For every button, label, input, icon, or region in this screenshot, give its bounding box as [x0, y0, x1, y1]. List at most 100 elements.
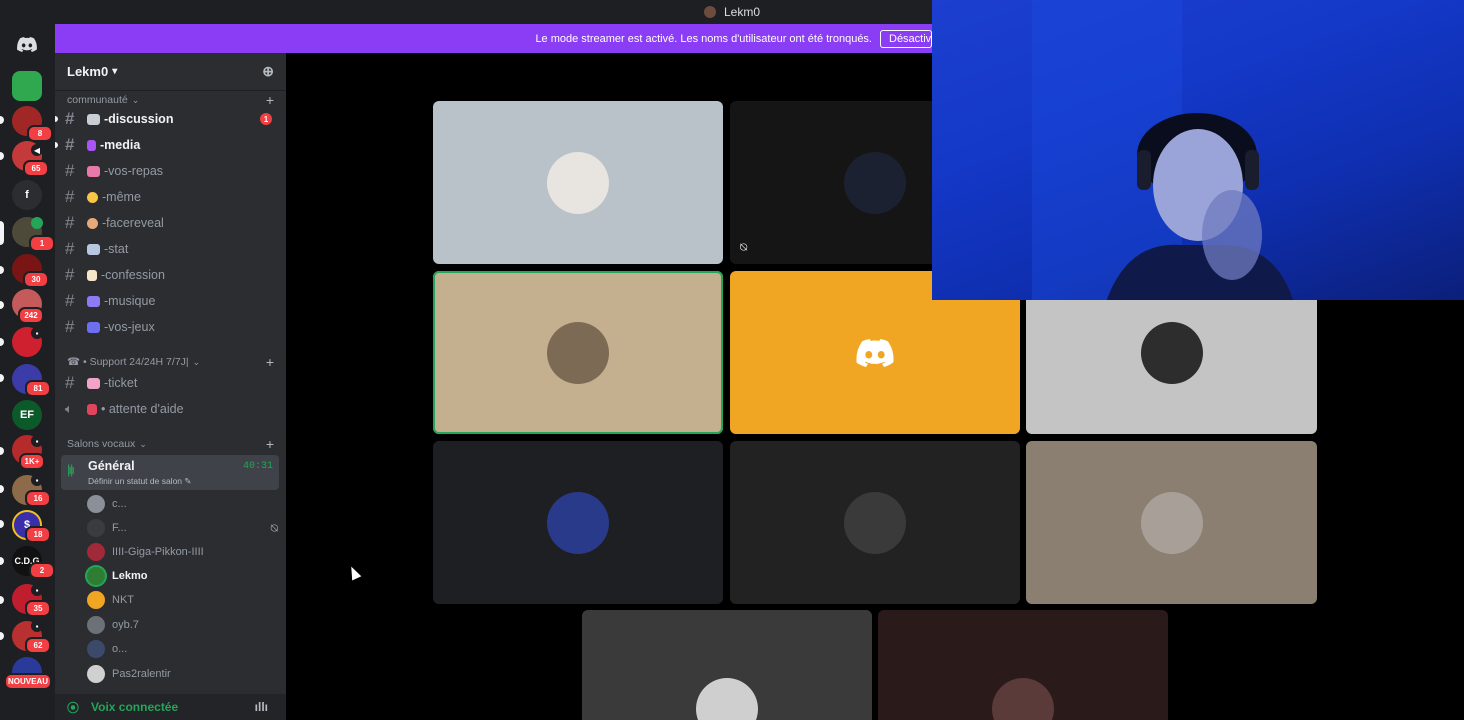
- voice-user-name: Lekmo: [112, 570, 148, 582]
- channel-label: -stat: [104, 242, 129, 256]
- mention-badge: 242: [18, 307, 44, 324]
- avatar: [87, 616, 105, 634]
- voice-connection-panel: ⦿ Voix connectée ıllı: [55, 694, 286, 720]
- add-channel-icon[interactable]: +: [266, 436, 274, 452]
- participant-tile[interactable]: [1026, 441, 1317, 604]
- participant-tile[interactable]: [582, 610, 872, 720]
- channel-confession[interactable]: # -confession: [63, 264, 278, 286]
- streamer-mode-banner: Le mode streamer est activé. Les noms d'…: [55, 24, 932, 53]
- participant-tile[interactable]: [878, 610, 1168, 720]
- voice-user[interactable]: NKT: [87, 588, 278, 612]
- channel-musique[interactable]: # -musique: [63, 290, 278, 312]
- signal-icon: ⦿: [67, 700, 80, 715]
- server-rail: 8 ◀ 65 f 1 30 242 ▪ 81 EF ▪ 1K+ ▪ 16 $ 1…: [0, 24, 55, 720]
- mention-badge: 16: [25, 490, 51, 507]
- unread-indicator: [0, 447, 4, 455]
- chat-icon: ▪: [31, 620, 43, 632]
- channel-ticket[interactable]: # -ticket: [63, 372, 278, 394]
- channel-discussion[interactable]: # -discussion 1: [55, 108, 278, 130]
- discord-home-icon[interactable]: [12, 29, 42, 59]
- channel-media[interactable]: # -media: [55, 134, 278, 156]
- noise-suppression-icon[interactable]: ıllı: [255, 700, 268, 714]
- mention-badge: 2: [29, 562, 55, 579]
- add-member-icon[interactable]: ⊕: [262, 63, 274, 80]
- participant-tile[interactable]: [433, 271, 723, 434]
- voice-user[interactable]: o...: [87, 637, 278, 661]
- category-support[interactable]: ☎ • Support 24/24H 7/7J| ⌄ +: [67, 354, 274, 370]
- alert-icon: [87, 403, 97, 415]
- mention-badge: 8: [27, 125, 53, 142]
- chart-icon: [87, 243, 100, 255]
- channel-label: -facereveal: [102, 216, 164, 230]
- server-icon[interactable]: EF: [12, 400, 42, 430]
- participant-tile[interactable]: [433, 441, 723, 604]
- voice-user-name: o...: [112, 643, 128, 655]
- voice-user[interactable]: F... ⍉: [87, 516, 278, 540]
- music-notes-icon: [87, 295, 100, 307]
- set-channel-status[interactable]: Définir un statut de salon ✎: [88, 476, 192, 487]
- game-controller-icon: [87, 321, 100, 333]
- avatar: [992, 678, 1054, 720]
- disable-streamer-button[interactable]: Désactiver: [880, 29, 932, 48]
- laughing-face-icon: [87, 191, 98, 203]
- voice-user[interactable]: c...: [87, 492, 278, 516]
- hash-icon: #: [65, 135, 75, 154]
- channel-vos-jeux[interactable]: # -vos-jeux: [63, 316, 278, 338]
- selected-indicator: [0, 221, 4, 245]
- unread-indicator: [0, 632, 4, 640]
- mention-badge: 1: [29, 235, 55, 252]
- server-icon[interactable]: f: [12, 180, 42, 210]
- chat-icon: ▪: [31, 584, 43, 596]
- channel-label: -discussion: [104, 112, 174, 126]
- server-icon[interactable]: [12, 71, 42, 101]
- unread-indicator: [0, 557, 4, 565]
- mention-badge: 35: [25, 600, 51, 617]
- hash-icon: #: [65, 265, 75, 284]
- window-title: Lekm0: [723, 5, 761, 19]
- add-channel-icon[interactable]: +: [266, 354, 274, 370]
- unread-indicator: [0, 116, 4, 124]
- voice-channel-general[interactable]: |ı|ı Général Définir un statut de salon …: [61, 455, 279, 490]
- food-icon: [87, 165, 100, 177]
- voice-user-name: IIII-Giga-Pikkon-IIII: [112, 546, 204, 558]
- hash-icon: #: [65, 291, 75, 310]
- voice-user[interactable]: IIII-Giga-Pikkon-IIII: [87, 540, 278, 564]
- channel-stat[interactable]: # -stat: [63, 238, 278, 260]
- avatar: [844, 151, 906, 214]
- channel-vos-repas[interactable]: # -vos-repas: [63, 160, 278, 182]
- discord-logo-icon: [17, 36, 37, 52]
- speech-bubble-icon: [87, 113, 100, 125]
- speaker-icon: 🔈︎: [65, 401, 73, 416]
- participant-tile[interactable]: [730, 441, 1020, 604]
- avatar: [844, 491, 906, 554]
- avatar: [87, 591, 105, 609]
- channel-meme[interactable]: # -même: [63, 186, 278, 208]
- hash-icon: #: [65, 109, 75, 128]
- guild-header[interactable]: Lekm0 ▾ ⊕: [55, 53, 286, 91]
- channel-attente-d-aide[interactable]: 🔈︎ • attente d'aide: [63, 398, 278, 420]
- add-channel-icon[interactable]: +: [266, 92, 274, 108]
- envelope-icon: [87, 377, 100, 389]
- unread-indicator: [0, 266, 4, 274]
- voice-user[interactable]: Pas2ralentir: [87, 662, 278, 686]
- category-communaute[interactable]: communauté ⌄ +: [67, 92, 274, 108]
- voice-user-name: oyb.7: [112, 619, 139, 631]
- channel-label: -confession: [101, 268, 165, 282]
- unread-indicator: [0, 301, 4, 309]
- avatar: [87, 519, 105, 537]
- channel-facereveal[interactable]: # -facereveal: [63, 212, 278, 234]
- voice-timer: 40:31: [242, 461, 273, 472]
- category-voice[interactable]: Salons vocaux ⌄ +: [67, 436, 274, 452]
- channel-label: -musique: [104, 294, 156, 308]
- mention-badge: 65: [23, 160, 49, 177]
- unread-indicator: [55, 116, 58, 122]
- unread-indicator: [0, 152, 4, 160]
- voice-user[interactable]: oyb.7: [87, 613, 278, 637]
- participant-tile[interactable]: [433, 101, 723, 264]
- voice-user-self[interactable]: Lekmo: [87, 564, 278, 588]
- mention-badge: 1K+: [19, 453, 45, 470]
- mention-badge: 81: [25, 380, 51, 397]
- avatar: [87, 640, 105, 658]
- server-initial: EF: [19, 409, 35, 421]
- voice-wave-icon: |ı|ı: [67, 462, 75, 477]
